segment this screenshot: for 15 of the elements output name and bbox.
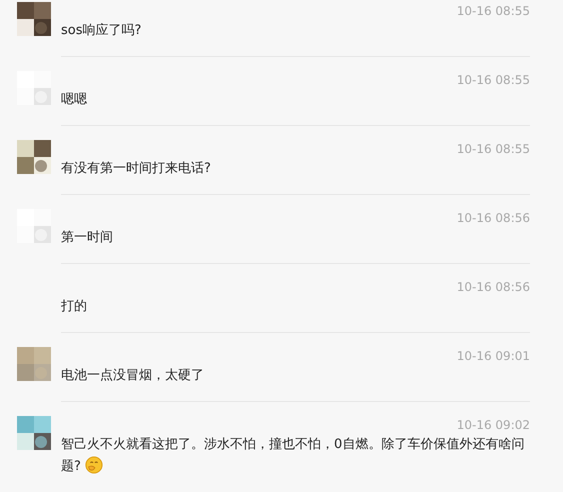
comment-text: 电池一点没冒烟，太硬了: [61, 368, 204, 383]
comment-time: 10-16 08:55: [456, 73, 530, 87]
comment-time: 10-16 09:01: [456, 349, 530, 363]
smiley-icon: [84, 456, 103, 474]
comment-text: 打的: [61, 299, 87, 314]
comment-time: 10-16 08:55: [456, 142, 530, 156]
comment-text: 智己火不火就看这把了。涉水不怕，撞也不怕，0自燃。除了车价保值外还有啥问题?: [61, 437, 524, 474]
comment-text: 有没有第一时间打来电话?: [61, 161, 211, 176]
comment-text: sos响应了吗?: [61, 23, 142, 38]
comment-time: 10-16 09:02: [456, 418, 530, 432]
comment-text: 第一时间: [61, 230, 113, 245]
comment-time: 10-16 08:56: [456, 280, 530, 294]
comment-text: 嗯嗯: [61, 92, 87, 107]
comment-time: 10-16 08:55: [456, 4, 530, 18]
comment-time: 10-16 08:56: [456, 211, 530, 225]
